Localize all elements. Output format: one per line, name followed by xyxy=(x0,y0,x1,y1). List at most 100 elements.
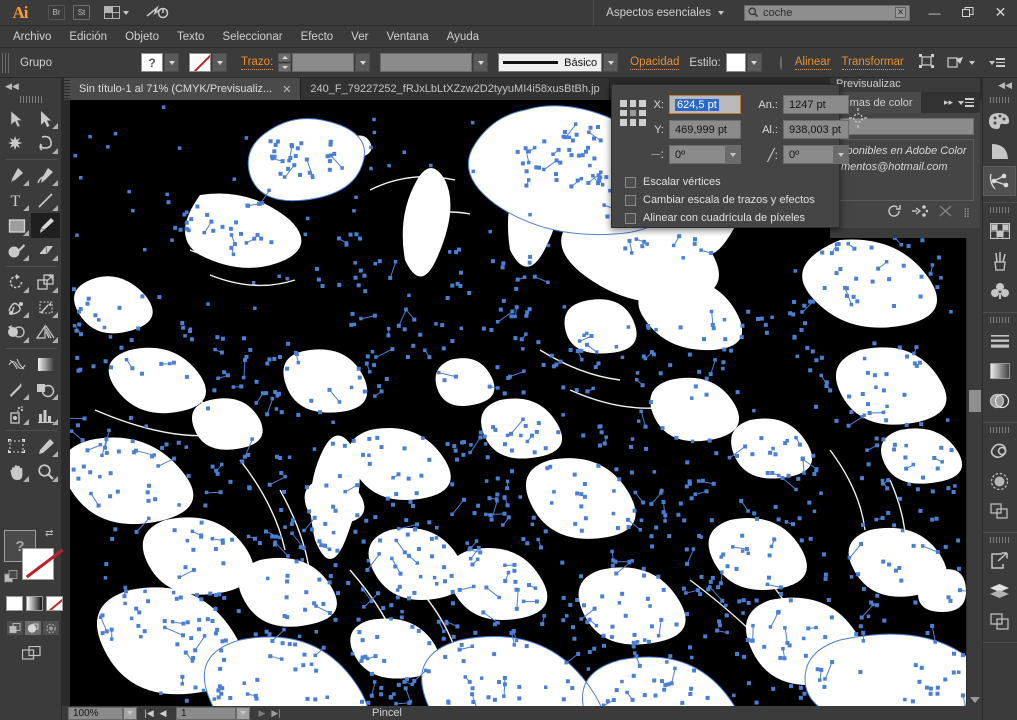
collapse-tools-button[interactable]: ◀◀ xyxy=(0,78,62,94)
menu-item-edicion[interactable]: Edición xyxy=(60,26,116,48)
arrange-documents-button[interactable] xyxy=(104,6,129,19)
checkbox[interactable] xyxy=(625,194,636,206)
change-screen-mode-button[interactable] xyxy=(21,645,42,664)
resize-grip-icon[interactable]: ⣿ xyxy=(963,207,970,218)
tool-symbol-sprayer[interactable] xyxy=(2,402,31,427)
tool-perspective-grid[interactable] xyxy=(31,320,60,345)
fill-swatch[interactable]: ? xyxy=(141,53,163,72)
control-panel-menu-button[interactable] xyxy=(989,58,1005,67)
tool-rectangle[interactable] xyxy=(2,213,31,238)
graphic-styles-icon[interactable] xyxy=(983,496,1016,526)
dock-group-gripper[interactable] xyxy=(990,317,1010,323)
previous-artboard-icon[interactable]: ◀ xyxy=(156,707,170,720)
opacity-label[interactable]: Opacidad xyxy=(630,56,680,70)
artboard-dropdown-button[interactable] xyxy=(236,706,250,720)
tool-curvature[interactable] xyxy=(31,163,60,188)
constrain-proportions-icon[interactable] xyxy=(849,108,867,131)
stroke-panel-icon[interactable] xyxy=(983,326,1016,356)
width-input[interactable]: 1247 pt xyxy=(783,95,849,114)
tool-type[interactable]: T xyxy=(2,188,31,213)
artboards-icon[interactable] xyxy=(983,606,1016,636)
align-button[interactable]: Alinear xyxy=(794,56,831,70)
recolor-artwork-button[interactable] xyxy=(779,55,782,70)
add-to-swatches-icon[interactable] xyxy=(912,204,929,221)
graphic-style-dropdown[interactable] xyxy=(746,53,762,72)
minimize-button[interactable]: — xyxy=(918,0,951,26)
stroke-color-box[interactable] xyxy=(22,548,54,580)
zoom-level-field[interactable]: 100% xyxy=(68,706,123,720)
stroke-weight-stepper[interactable] xyxy=(278,53,292,72)
fill-color-control[interactable]: ? xyxy=(141,53,179,72)
graphic-style-control[interactable] xyxy=(725,53,762,72)
next-artboard-icon[interactable]: ▶ xyxy=(255,707,269,720)
stock-icon[interactable]: St xyxy=(73,5,90,20)
transform-button[interactable]: Transformar xyxy=(841,56,904,70)
stroke-profile-dropdown[interactable] xyxy=(473,53,489,72)
document-tab-untitled[interactable]: Sin título-1 al 71% (CMYK/Previsualiz...… xyxy=(70,78,302,100)
graphic-style-swatch[interactable] xyxy=(725,53,746,72)
swap-fill-stroke-icon[interactable]: ⇄ xyxy=(45,528,53,539)
checkbox[interactable] xyxy=(625,212,636,224)
draw-behind-button[interactable] xyxy=(24,620,42,636)
tools-panel-gripper[interactable] xyxy=(20,96,42,103)
transparency-panel-icon[interactable] xyxy=(983,386,1016,416)
close-icon[interactable]: ✕ xyxy=(282,83,291,96)
swatches-icon[interactable] xyxy=(983,216,1016,246)
workspace-switcher[interactable]: Aspectos esenciales xyxy=(593,0,736,26)
fill-dropdown-button[interactable] xyxy=(164,53,179,72)
tool-gradient[interactable] xyxy=(31,352,60,377)
stroke-color-control[interactable] xyxy=(189,53,227,72)
restore-button[interactable] xyxy=(951,0,984,26)
menu-item-efecto[interactable]: Efecto xyxy=(292,26,343,48)
tool-artboard[interactable] xyxy=(2,434,31,459)
edit-icon[interactable] xyxy=(938,204,953,221)
layers-icon[interactable] xyxy=(983,576,1016,606)
tab-bar-gripper[interactable] xyxy=(62,78,70,100)
close-button[interactable]: ✕ xyxy=(984,0,1017,26)
reference-point-selector[interactable] xyxy=(620,100,646,126)
draw-inside-button[interactable] xyxy=(42,620,60,636)
tool-shaper[interactable] xyxy=(2,238,31,263)
rotate-dropdown-button[interactable] xyxy=(725,146,740,163)
brush-definition-field[interactable]: Básico xyxy=(498,53,603,72)
dock-group-gripper[interactable] xyxy=(990,427,1010,433)
menu-item-ayuda[interactable]: Ayuda xyxy=(438,26,488,48)
stroke-weight-field[interactable] xyxy=(292,53,355,72)
stroke-profile-control[interactable] xyxy=(380,53,489,72)
rotate-input[interactable]: 0º xyxy=(669,145,741,164)
panel-menu-button[interactable] xyxy=(958,98,974,107)
bridge-icon[interactable]: Br xyxy=(48,5,65,20)
transform-panel[interactable]: X: 624,5 pt An.: 1247 pt Y: 469,999 pt A… xyxy=(611,84,867,228)
stroke-swatch-none-icon[interactable] xyxy=(189,53,211,72)
none-button[interactable] xyxy=(46,596,63,611)
color-themes-icon[interactable] xyxy=(983,166,1016,196)
expand-dock-button[interactable]: ◀◀ xyxy=(983,78,1017,93)
scroll-down-arrow-icon[interactable] xyxy=(970,697,980,703)
stroke-weight-label[interactable]: Trazo: xyxy=(241,56,274,70)
menu-item-seleccionar[interactable]: Seleccionar xyxy=(213,26,291,48)
zoom-dropdown-button[interactable] xyxy=(123,706,137,720)
tool-width[interactable] xyxy=(2,295,31,320)
stroke-weight-dropdown[interactable] xyxy=(355,53,371,72)
last-artboard-icon[interactable]: ▶| xyxy=(269,707,283,720)
tool-line-segment[interactable] xyxy=(31,188,60,213)
first-artboard-icon[interactable]: |◀ xyxy=(142,707,156,720)
control-bar-gripper[interactable] xyxy=(2,52,11,73)
current-tool-label[interactable]: Pincel xyxy=(372,707,402,719)
menu-item-archivo[interactable]: Archivo xyxy=(4,26,60,48)
menu-item-objeto[interactable]: Objeto xyxy=(116,26,168,48)
align-pixel-grid-option[interactable]: Alinear con cuadrícula de píxeles xyxy=(612,209,839,227)
stroke-weight-control[interactable] xyxy=(278,53,371,72)
tool-hand[interactable] xyxy=(2,459,31,484)
tool-magic-wand[interactable] xyxy=(2,131,31,156)
select-similar-button[interactable] xyxy=(947,55,975,71)
tool-column-graph[interactable] xyxy=(31,402,60,427)
tool-blend[interactable] xyxy=(31,377,60,402)
hidden-tab-label[interactable]: Previsualizac xyxy=(830,78,980,92)
artboard-number-field[interactable]: 1 xyxy=(176,706,236,720)
checkbox[interactable] xyxy=(625,176,636,188)
tool-mesh[interactable] xyxy=(2,352,31,377)
gradient-button[interactable] xyxy=(26,596,43,611)
clear-search-icon[interactable]: ✕ xyxy=(895,7,906,18)
stroke-profile-field[interactable] xyxy=(380,53,473,72)
